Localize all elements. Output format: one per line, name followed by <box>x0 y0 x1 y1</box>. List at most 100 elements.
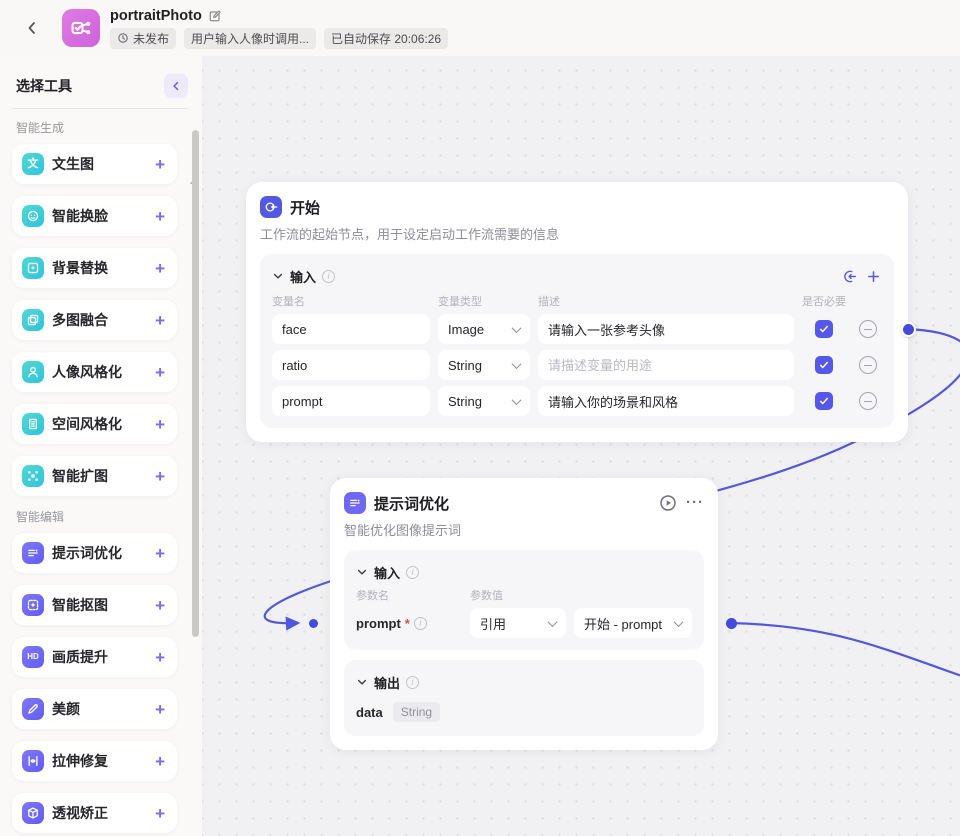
tool-item-multi-image-fusion[interactable]: 多图融合 + <box>12 300 177 340</box>
trigger-description-badge: 用户输入人像时调用... <box>184 27 317 49</box>
add-tool-button[interactable]: + <box>155 260 165 277</box>
tool-item-face-swap[interactable]: 智能换脸 + <box>12 196 177 236</box>
collapse-panel-button[interactable] <box>164 74 188 98</box>
node-description: 工作流的起始节点，用于设定启动工作流需要的信息 <box>260 227 560 242</box>
input-section-title: 输入 <box>374 565 401 581</box>
variable-name-input[interactable] <box>272 350 430 380</box>
tool-item-beauty[interactable]: 美颜 + <box>12 689 177 729</box>
node-start[interactable]: 开始 工作流的起始节点，用于设定启动工作流需要的信息 输入 i 变量名 变量类型… <box>246 182 908 442</box>
tool-item-space-style[interactable]: 空间风格化 + <box>12 404 177 444</box>
add-tool-button[interactable]: + <box>155 312 165 329</box>
variable-type-select[interactable]: String <box>438 386 530 416</box>
variable-description-input[interactable] <box>538 314 794 344</box>
remove-variable-button[interactable] <box>859 392 877 410</box>
variable-name-input[interactable] <box>272 314 430 344</box>
add-tool-button[interactable]: + <box>155 649 165 666</box>
add-tool-button[interactable]: + <box>155 156 165 173</box>
tool-item-prompt-optimize[interactable]: 提示词优化 + <box>12 533 177 573</box>
remove-variable-button[interactable] <box>859 320 877 338</box>
required-checkbox[interactable] <box>815 356 833 374</box>
variable-row: String <box>272 350 882 380</box>
node-description: 智能优化图像提示词 <box>344 523 462 538</box>
tool-label: 背景替换 <box>52 260 108 276</box>
info-icon: i <box>322 269 336 283</box>
add-tool-button[interactable]: + <box>155 364 165 381</box>
variable-row: String <box>272 386 882 416</box>
perspective-correct-icon <box>22 802 44 824</box>
output-type-chip: String <box>392 702 441 722</box>
import-icon <box>843 270 856 282</box>
required-checkbox[interactable] <box>815 392 833 410</box>
tool-label: 透视矫正 <box>52 805 108 821</box>
start-input-panel: 输入 i 变量名 变量类型 描述 是否必要 Image String String <box>260 254 894 428</box>
value-reference-select[interactable]: 开始 - prompt <box>574 608 692 638</box>
workflow-editor: { "header": { "title": "portraitPhoto", … <box>0 0 960 836</box>
chevron-down-icon[interactable] <box>356 676 368 688</box>
tool-item-portrait-style[interactable]: 人像风格化 + <box>12 352 177 392</box>
multi-image-fusion-icon <box>22 309 44 331</box>
autosave-badge: 已自动保存 20:06:26 <box>324 27 449 49</box>
tool-item-outpaint[interactable]: 智能扩图 + <box>12 456 177 496</box>
tool-panel-title: 选择工具 <box>16 78 72 94</box>
hd-enhance-icon: HD <box>22 646 44 668</box>
add-tool-button[interactable]: + <box>155 468 165 485</box>
add-tool-button[interactable]: + <box>155 416 165 433</box>
workflow-canvas[interactable]: 开始 工作流的起始节点，用于设定启动工作流需要的信息 输入 i 变量名 变量类型… <box>202 56 960 836</box>
variable-name-input[interactable] <box>272 386 430 416</box>
chevron-down-icon[interactable] <box>272 270 284 282</box>
chevron-left-icon <box>28 22 35 34</box>
value-mode-select[interactable]: 引用 <box>470 608 566 638</box>
tool-item-text-to-image[interactable]: 文文生图 + <box>12 144 177 184</box>
add-variable-button[interactable] <box>864 267 882 285</box>
background-replace-icon <box>22 257 44 279</box>
tool-item-stretch-fix[interactable]: 拉伸修复 + <box>12 741 177 781</box>
node-prompt-optimizer[interactable]: 提示词优化 ··· 智能优化图像提示词 输入 i 参数名 参数值 prompt *… <box>330 478 718 750</box>
input-section-title: 输入 <box>290 269 317 285</box>
remove-variable-button[interactable] <box>859 356 877 374</box>
variable-description-input[interactable] <box>538 350 794 380</box>
scrollbar-thumb[interactable] <box>192 130 199 637</box>
column-headers: 变量名 变量类型 描述 是否必要 <box>272 296 846 308</box>
add-tool-button[interactable]: + <box>155 208 165 225</box>
chevron-down-icon[interactable] <box>356 566 368 578</box>
tool-label: 空间风格化 <box>52 416 122 432</box>
run-node-button[interactable] <box>658 493 678 513</box>
document-title: portraitPhoto <box>110 7 202 24</box>
add-tool-button[interactable]: + <box>155 545 165 562</box>
required-checkbox[interactable] <box>815 320 833 338</box>
variable-type-select[interactable]: String <box>438 350 530 380</box>
connection-optimizer-output <box>730 621 960 677</box>
variable-description-input[interactable] <box>538 386 794 416</box>
optimizer-input-port[interactable] <box>309 619 318 628</box>
add-tool-button[interactable]: + <box>155 805 165 822</box>
title-block: portraitPhoto 未发布 用户输入人像时调用... 已自动保存 20:… <box>110 7 449 49</box>
edit-icon[interactable] <box>208 9 222 23</box>
output-row: data String <box>356 700 692 724</box>
tool-label: 智能换脸 <box>52 208 108 224</box>
more-options-button[interactable]: ··· <box>686 495 704 510</box>
chevron-down-icon <box>673 616 684 627</box>
node-title: 提示词优化 <box>374 495 450 513</box>
add-tool-button[interactable]: + <box>155 701 165 718</box>
tool-item-smart-matting[interactable]: 智能抠图 + <box>12 585 177 625</box>
start-output-port[interactable] <box>901 322 916 337</box>
import-variables-button[interactable] <box>840 267 858 285</box>
info-icon: i <box>406 675 420 689</box>
tool-item-perspective-correct[interactable]: 透视矫正 + <box>12 793 177 833</box>
chevron-down-icon <box>511 322 522 333</box>
section-label: 智能生成 <box>16 121 65 135</box>
status-badges: 未发布 用户输入人像时调用... 已自动保存 20:06:26 <box>110 27 449 49</box>
back-button[interactable] <box>16 12 48 44</box>
stretch-fix-icon <box>22 750 44 772</box>
tool-item-background-replace[interactable]: 背景替换 + <box>12 248 177 288</box>
optimizer-output-port[interactable] <box>726 618 737 629</box>
optimizer-input-panel: 输入 i 参数名 参数值 prompt * i 引用 开始 - prompt <box>344 550 704 650</box>
optimizer-output-panel: 输出 i data String <box>344 660 704 736</box>
tool-item-hd-enhance[interactable]: HD 画质提升 + <box>12 637 177 677</box>
add-tool-button[interactable]: + <box>155 753 165 770</box>
variable-type-select[interactable]: Image <box>438 314 530 344</box>
info-icon: i <box>406 565 420 579</box>
node-title: 开始 <box>290 199 321 217</box>
add-tool-button[interactable]: + <box>155 597 165 614</box>
smart-matting-icon <box>22 594 44 616</box>
